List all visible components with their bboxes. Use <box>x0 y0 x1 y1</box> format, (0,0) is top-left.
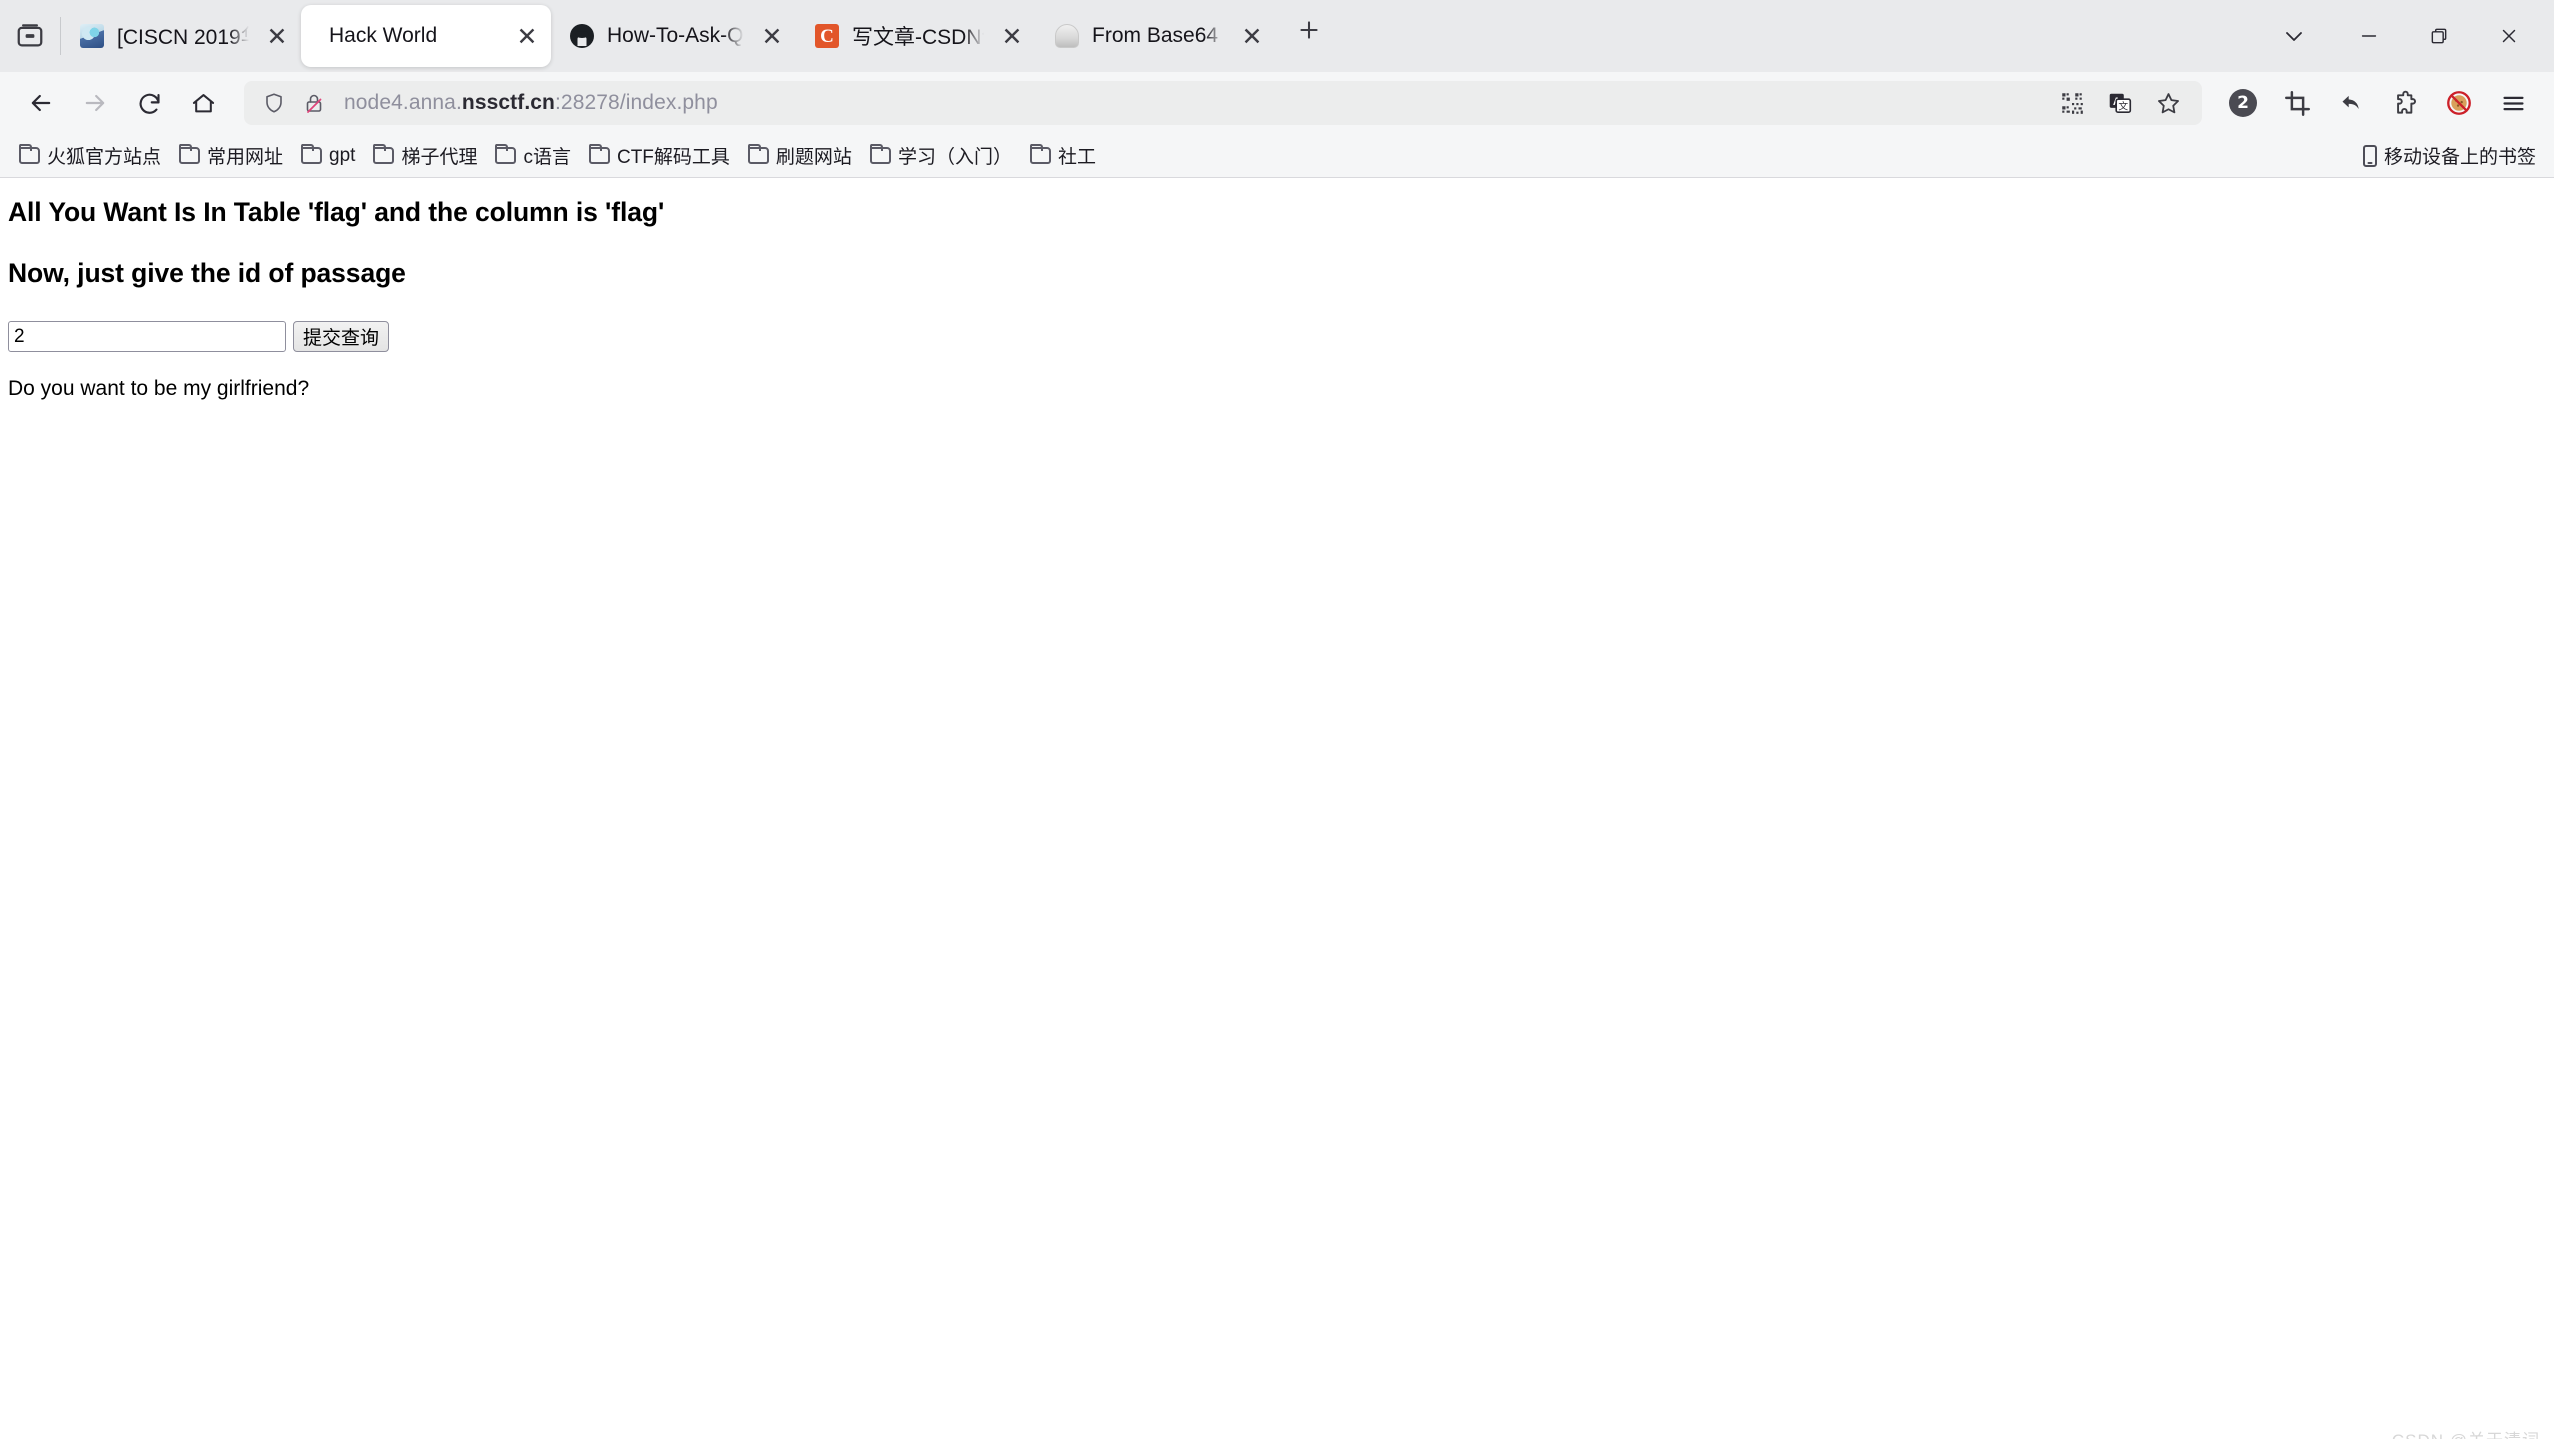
url-prefix: node4.anna. <box>344 91 462 114</box>
tab-title: [CISCN 2019华北Day2]Web1 <box>117 26 249 49</box>
bookmark-label: 常用网址 <box>207 147 284 168</box>
tab-list: [CISCN 2019华北Day2]Web1 ✕ Hack World ✕ Ho… <box>61 0 1332 72</box>
url-host: nssctf.cn <box>461 91 555 114</box>
forward-button[interactable] <box>68 76 122 130</box>
passage-id-input[interactable] <box>8 321 286 352</box>
bookmark-item-6[interactable]: 刷题网站 <box>739 138 861 173</box>
bookmark-item-0[interactable]: 火狐官方站点 <box>10 138 170 173</box>
url-bar[interactable]: node4.anna.nssctf.cn:28278/index.php 文 <box>244 81 2202 125</box>
tab-close-button[interactable]: ✕ <box>261 20 293 52</box>
close-window-button[interactable] <box>2474 0 2544 72</box>
bookmark-item-mobile[interactable]: 移动设备上的书签 <box>2354 138 2544 173</box>
url-bar-actions: A 文 <box>2048 81 2192 125</box>
folder-icon <box>747 144 769 164</box>
query-form: 提交查询 <box>8 321 2554 352</box>
tab-title: How-To-Ask-Questions-The-S <box>607 24 744 47</box>
bookmark-label: 火狐官方站点 <box>47 147 162 168</box>
page-heading-table-info: All You Want Is In Table 'flag' and the … <box>8 197 665 227</box>
page-heading-prompt: Now, just give the id of passage <box>8 258 406 288</box>
csdn-icon: C <box>814 23 840 49</box>
folder-icon <box>301 144 323 164</box>
page-content: All You Want Is In Table 'flag' and the … <box>0 197 2554 1439</box>
folder-icon <box>869 144 891 164</box>
tab-title: From Base64 - CyberChef <box>1092 24 1224 47</box>
restore-button[interactable] <box>2404 0 2474 72</box>
cookie-blocked-icon[interactable] <box>2432 76 2486 130</box>
qr-code-icon[interactable] <box>2048 81 2096 125</box>
extension-badge-button[interactable]: 2 <box>2216 76 2270 130</box>
list-all-tabs-button[interactable] <box>2254 0 2334 72</box>
bookmark-item-4[interactable]: c语言 <box>486 138 580 173</box>
bookmark-item-8[interactable]: 社工 <box>1021 138 1105 173</box>
url-suffix: :28278/index.php <box>554 91 718 114</box>
tab-cyberchef[interactable]: From Base64 - CyberChef ✕ <box>1036 5 1276 67</box>
window-controls <box>2254 0 2544 72</box>
minimize-button[interactable] <box>2334 0 2404 72</box>
tab-hack-world[interactable]: Hack World ✕ <box>301 5 551 67</box>
firefox-view-icon <box>15 21 45 51</box>
crop-icon[interactable] <box>2270 76 2324 130</box>
tab-close-button[interactable]: ✕ <box>1236 20 1268 52</box>
bookmark-label: 梯子代理 <box>401 147 478 168</box>
navigation-toolbar: node4.anna.nssctf.cn:28278/index.php 文 2 <box>0 72 2554 134</box>
tab-close-button[interactable]: ✕ <box>511 20 543 52</box>
url-text[interactable]: node4.anna.nssctf.cn:28278/index.php <box>334 91 2048 115</box>
shield-icon[interactable] <box>254 83 294 123</box>
cyberchef-icon <box>1054 23 1080 49</box>
folder-icon <box>495 144 517 164</box>
folder-icon <box>588 144 610 164</box>
svg-text:文: 文 <box>2118 100 2128 113</box>
lock-broken-icon[interactable] <box>294 83 334 123</box>
star-icon[interactable] <box>2144 81 2192 125</box>
folder-icon <box>373 144 395 164</box>
submit-query-button[interactable]: 提交查询 <box>293 321 390 352</box>
github-icon <box>569 23 595 49</box>
bookmarks-toolbar: 火狐官方站点 常用网址 gpt 梯子代理 c语言 CTF解码工具 刷题网站 学习… <box>0 134 2554 178</box>
tab-strip: [CISCN 2019华北Day2]Web1 ✕ Hack World ✕ Ho… <box>0 0 2554 72</box>
phone-icon <box>2362 144 2377 167</box>
tab-ciscn-web1[interactable]: [CISCN 2019华北Day2]Web1 ✕ <box>61 5 301 67</box>
bookmark-label: 刷题网站 <box>775 147 852 168</box>
tab-close-button[interactable]: ✕ <box>756 20 788 52</box>
extension-badge-count: 2 <box>2229 89 2257 117</box>
bookmark-label: CTF解码工具 <box>616 147 730 168</box>
bookmark-label: 社工 <box>1057 147 1096 168</box>
reload-button[interactable] <box>122 76 176 130</box>
tab-csdn-editor[interactable]: C 写文章-CSDN创作中心 ✕ <box>796 5 1036 67</box>
bookmark-item-1[interactable]: 常用网址 <box>170 138 292 173</box>
bookmark-item-2[interactable]: gpt <box>292 141 364 171</box>
anime-girl-icon <box>79 23 105 49</box>
folder-icon <box>19 144 40 164</box>
home-button[interactable] <box>176 76 230 130</box>
tab-close-button[interactable]: ✕ <box>996 20 1028 52</box>
bookmark-label: 移动设备上的书签 <box>2383 147 2536 168</box>
folder-icon <box>179 144 201 164</box>
bookmark-label: gpt <box>329 144 356 166</box>
translate-icon[interactable]: A 文 <box>2096 81 2144 125</box>
bookmark-label: 学习（入门） <box>897 147 1012 168</box>
back-button[interactable] <box>14 76 68 130</box>
bookmark-label: c语言 <box>523 147 571 168</box>
undo-arrow-icon[interactable] <box>2324 76 2378 130</box>
tab-title: 写文章-CSDN创作中心 <box>852 26 984 49</box>
firefox-view-button[interactable] <box>0 0 60 72</box>
bookmark-item-5[interactable]: CTF解码工具 <box>580 138 739 173</box>
toolbar-right-actions: 2 <box>2216 76 2540 130</box>
new-tab-button[interactable] <box>1286 7 1332 53</box>
tab-title: Hack World <box>329 24 438 47</box>
csdn-watermark: CSDN @关于清词 <box>2392 1426 2540 1439</box>
bookmark-item-3[interactable]: 梯子代理 <box>364 138 486 173</box>
bookmark-item-7[interactable]: 学习（入门） <box>861 138 1021 173</box>
query-result-text: Do you want to be my girlfriend? <box>8 377 310 400</box>
hamburger-menu-icon[interactable] <box>2486 76 2540 130</box>
folder-icon <box>1029 144 1051 164</box>
tab-how-to-ask-questions[interactable]: How-To-Ask-Questions-The-S ✕ <box>551 5 796 67</box>
puzzle-piece-icon[interactable] <box>2378 76 2432 130</box>
